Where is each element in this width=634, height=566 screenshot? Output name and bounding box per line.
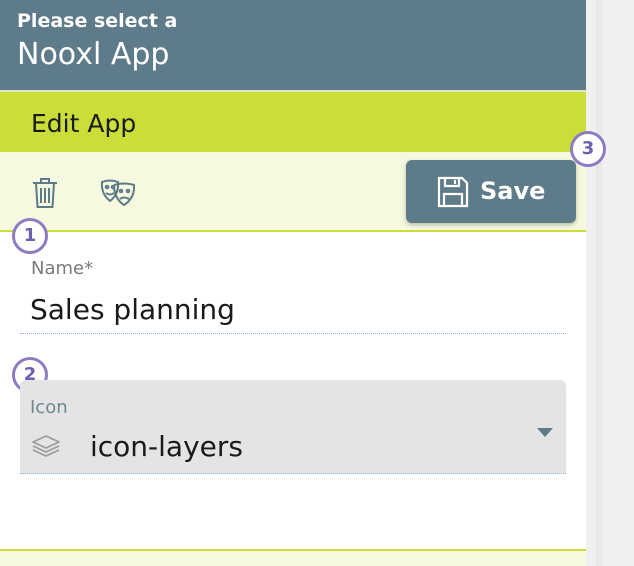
step-badge-3: 3 (570, 131, 606, 167)
header-subtitle: Please select a (17, 10, 178, 32)
floppy-disk-icon (436, 175, 470, 209)
save-button[interactable]: Save (406, 160, 576, 223)
icon-select[interactable]: Icon icon-layers (20, 380, 566, 474)
step-badge-1: 1 (12, 218, 48, 254)
header-title: Nooxl App (17, 37, 170, 72)
layers-icon (30, 432, 62, 460)
scrollbar-track[interactable] (596, 0, 602, 566)
edit-app-bar: Edit App (0, 92, 586, 152)
footer-bar (0, 551, 586, 566)
theater-masks-icon[interactable] (98, 174, 138, 210)
toolbar-divider (0, 230, 586, 232)
app-header: Please select a Nooxl App (0, 0, 586, 90)
name-field[interactable] (20, 286, 566, 334)
save-button-label: Save (480, 177, 546, 205)
background-area (586, 0, 634, 566)
icon-select-label: Icon (30, 397, 68, 418)
icon-select-value: icon-layers (90, 430, 243, 463)
edit-app-label: Edit App (31, 109, 137, 138)
trash-icon[interactable] (28, 174, 62, 210)
chevron-down-icon[interactable] (537, 428, 553, 437)
name-field-label: Name* (31, 258, 94, 279)
